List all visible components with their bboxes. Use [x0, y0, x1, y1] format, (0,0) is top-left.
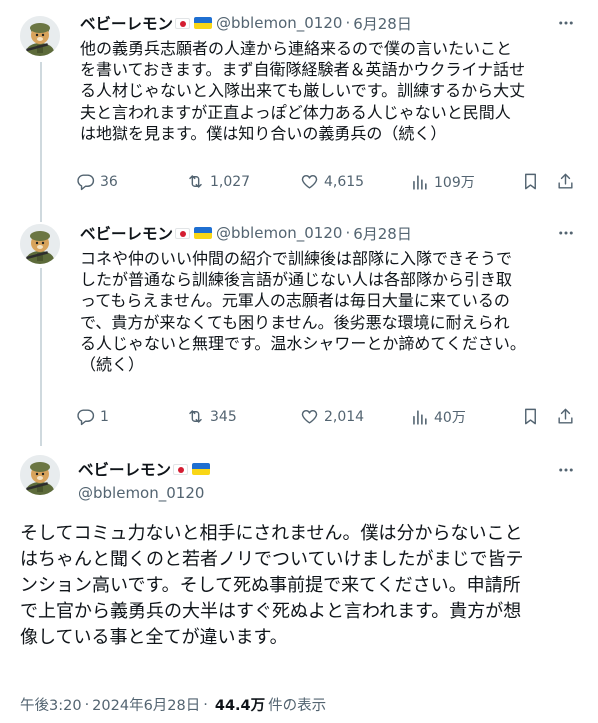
main-tweet-text: そしてコミュ力ないと相手にされません。僕は分からないこと はちゃんと聞くのと若者…: [20, 521, 580, 651]
tweet-text-line: を書いておきます。まず自衛隊経験者＆英語かウクライナ話せ: [80, 60, 526, 80]
japan-flag-icon: [173, 463, 189, 475]
views-count[interactable]: 44.4万: [215, 694, 265, 715]
tweet-actions: 1 345 2,014 40万: [76, 407, 582, 431]
bookmark-button[interactable]: [521, 172, 540, 191]
tweet-time[interactable]: 午後3:20: [20, 694, 82, 715]
tweet-actions: 36 1,027 4,615 109万: [76, 172, 582, 196]
more-icon: [559, 468, 573, 472]
tweet-text-line: はちゃんと聞くのと若者ノリでついていけましたがまじで皆テ: [20, 549, 524, 570]
heart-icon: [301, 409, 318, 424]
more-icon: [559, 231, 573, 235]
bookmark-button[interactable]: [521, 407, 540, 426]
views-count: 40万: [434, 410, 466, 426]
main-tweet-header: ベビーレモン: [78, 458, 211, 480]
bookmark-icon: [525, 408, 536, 425]
like-count: 4,615: [324, 173, 365, 190]
user-handle[interactable]: @bblemon_0120: [78, 484, 204, 502]
display-name[interactable]: ベビーレモン: [80, 12, 173, 34]
tweet-text-line: 他の義勇兵志願者の人達から連絡来るので僕の言いたいこと: [80, 39, 513, 58]
views-chart-icon: [413, 174, 427, 190]
tweet-text-line: 像している事と全てが違います。: [20, 627, 288, 648]
tweet-text-line: る人材じゃないと入隊出来ても厳しいです。訓練するから大丈: [80, 81, 526, 101]
avatar[interactable]: [20, 455, 60, 495]
separator-dot: ·: [345, 14, 351, 32]
repost-count: 345: [210, 408, 237, 425]
japan-flag-icon: [175, 17, 191, 29]
separator-dot: ·: [203, 696, 208, 713]
ukraine-flag-icon: [192, 463, 211, 475]
reply-count: 36: [100, 173, 118, 190]
views-label: 件の表示: [268, 698, 327, 714]
tweet-text-line: そしてコミュ力ないと相手にされません。僕は分からないこと: [20, 523, 523, 544]
tweet-text-line: したが普通なら訓練後言語が通じない人は各部隊から引き取: [80, 270, 513, 290]
tweet-header: ベビーレモン @bblemon_0120 · 6月28日: [80, 222, 412, 244]
repost-button[interactable]: 345: [186, 407, 237, 426]
thread-connector-line: [40, 268, 42, 446]
tweet-metadata: 午後3:20 · 2024年6月28日 · 44.4万 件の表示: [20, 694, 326, 715]
user-handle[interactable]: @bblemon_0120: [216, 14, 342, 32]
heart-icon: [301, 174, 318, 189]
avatar[interactable]: [20, 16, 60, 56]
reply-button[interactable]: 36: [76, 172, 118, 191]
reply-icon: [77, 174, 95, 191]
bookmark-icon: [525, 173, 536, 190]
repost-count: 1,027: [210, 173, 251, 190]
tweet-text-line: で上官から義勇兵の大半はすぐ死ぬよと言われます。貴方が想: [20, 601, 522, 622]
share-button[interactable]: [556, 172, 575, 191]
tweet-text: 他の義勇兵志願者の人達から連絡来るので僕の言いたいこと を書いておきます。まず自…: [80, 38, 580, 144]
views-count: 109万: [434, 175, 475, 191]
share-icon: [558, 173, 573, 189]
more-options-button[interactable]: [556, 13, 576, 33]
tweet-text-line: で、貴方が来なくても困りません。後劣悪な環境に耐えられ: [80, 312, 510, 332]
more-options-button[interactable]: [556, 460, 576, 480]
thread-connector-line: [40, 62, 42, 222]
reply-button[interactable]: 1: [76, 407, 109, 426]
more-icon: [559, 21, 573, 25]
tweet-text-line: 夫と言われますが正直よっぽど体力ある人じゃないと民間人: [80, 102, 511, 122]
tweet-date[interactable]: 6月28日: [353, 13, 412, 34]
repost-icon: [189, 410, 202, 423]
tweet-date[interactable]: 6月28日: [353, 223, 412, 244]
repost-button[interactable]: 1,027: [186, 172, 250, 191]
ukraine-flag-icon: [194, 17, 213, 29]
separator-dot: ·: [345, 224, 351, 242]
share-icon: [558, 408, 573, 424]
views-chart-icon: [413, 409, 427, 425]
reply-count: 1: [100, 408, 109, 425]
tweet-text-line: ってもらえません。元軍人の志願者は毎日大量に来ているの: [80, 291, 510, 311]
repost-icon: [189, 175, 202, 188]
user-handle[interactable]: @bblemon_0120: [216, 224, 342, 242]
tweet-text-line: コネや仲のいい仲間の紹介で訓練後は部隊に入隊できそうで: [80, 249, 513, 268]
tweet-header: ベビーレモン @bblemon_0120 · 6月28日: [80, 12, 412, 34]
share-button[interactable]: [556, 407, 575, 426]
like-button[interactable]: 4,615: [300, 172, 364, 191]
tweet-text-line: は地獄を見ます。僕は知り合いの義勇兵の（続く）: [80, 123, 447, 143]
views-button[interactable]: 109万: [410, 172, 475, 192]
more-options-button[interactable]: [556, 223, 576, 243]
separator-dot: ·: [84, 696, 90, 713]
tweet-text-line: る人じゃないと無理です。温水シャワーとか諦めてください。: [80, 333, 526, 353]
tweet-full-date[interactable]: 2024年6月28日: [92, 694, 200, 715]
like-count: 2,014: [324, 408, 365, 425]
like-button[interactable]: 2,014: [300, 407, 364, 426]
views-button[interactable]: 40万: [410, 407, 466, 427]
tweet-text-line: ンション高いです。そして死ぬ事前提で来てください。申請所: [20, 575, 521, 596]
tweet-text-line: （続く）: [80, 355, 145, 375]
japan-flag-icon: [175, 227, 191, 239]
avatar[interactable]: [20, 224, 60, 264]
reply-icon: [77, 409, 95, 426]
display-name[interactable]: ベビーレモン: [78, 458, 171, 480]
ukraine-flag-icon: [194, 227, 213, 239]
display-name[interactable]: ベビーレモン: [80, 222, 173, 244]
tweet-text: コネや仲のいい仲間の紹介で訓練後は部隊に入隊できそうで したが普通なら訓練後言語…: [80, 248, 580, 375]
